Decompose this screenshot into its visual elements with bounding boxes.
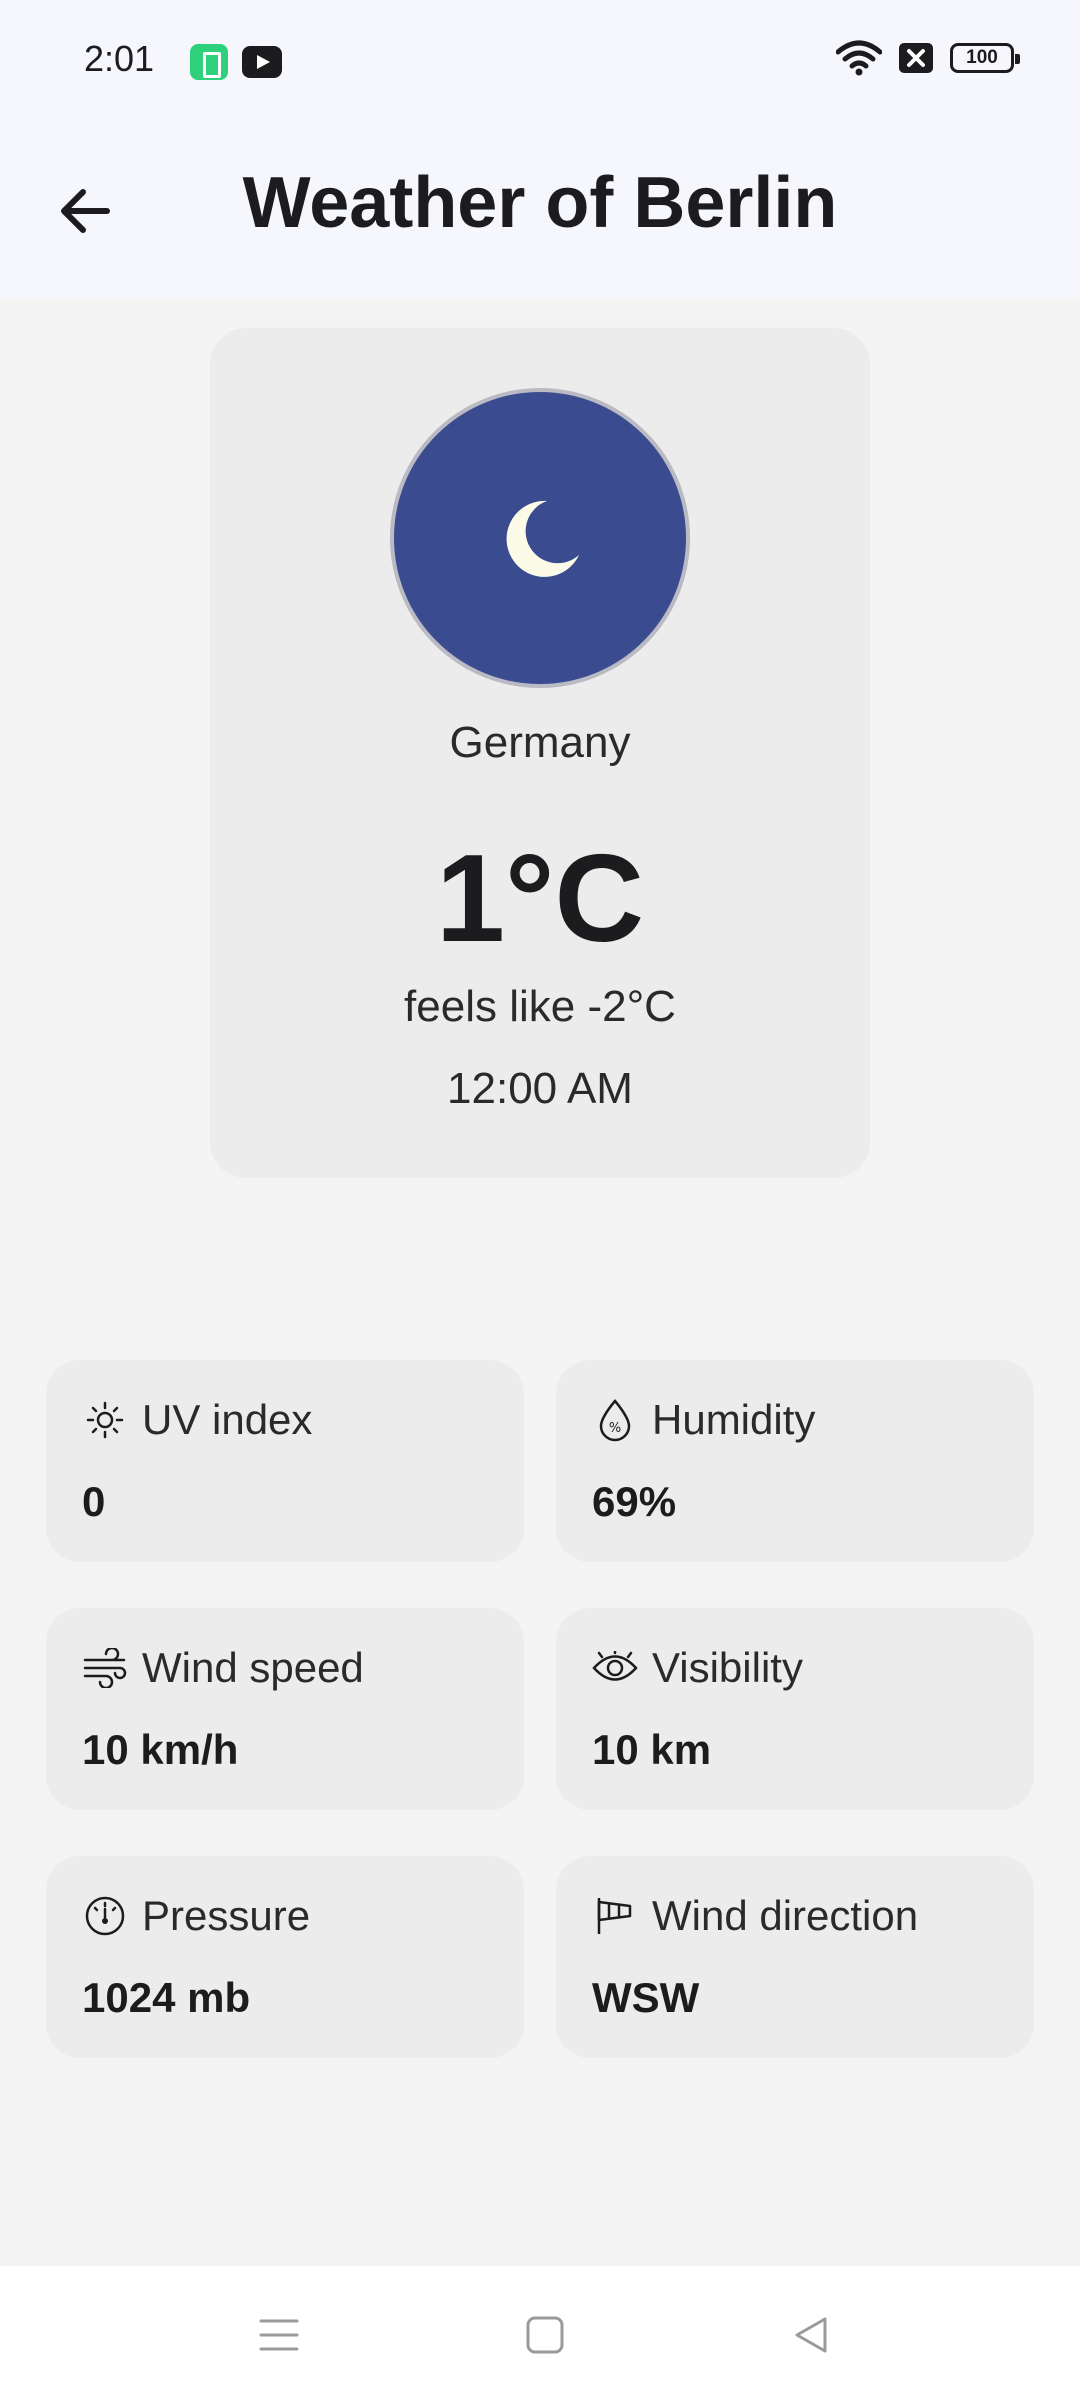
home-button[interactable]: [510, 2300, 580, 2370]
humidity-value: 69%: [592, 1478, 677, 1525]
visibility-tile: Visibility 10 km: [556, 1608, 1034, 1810]
wind-direction-tile: Wind direction WSW: [556, 1856, 1034, 2058]
humidity-label: Humidity: [652, 1396, 816, 1443]
sun-icon: [82, 1397, 128, 1443]
uv-index-tile: UV index 0: [46, 1360, 524, 1562]
recents-button[interactable]: [244, 2300, 314, 2370]
battery-icon: 100: [950, 43, 1020, 73]
back-triangle-icon: [795, 2317, 827, 2353]
status-time: 2:01: [84, 38, 155, 79]
menu-icon: [259, 2319, 299, 2351]
no-sim-icon: [898, 42, 934, 74]
feels-like-label: feels like -2°C: [404, 982, 676, 1031]
pressure-value: 1024 mb: [82, 1974, 251, 2021]
moon-icon: [506, 500, 579, 577]
gauge-icon: [82, 1893, 128, 1939]
uv-index-label: UV index: [142, 1396, 313, 1443]
pressure-tile: Pressure 1024 mb: [46, 1856, 524, 2058]
system-nav-bar: [0, 2266, 1080, 2400]
youtube-icon: [242, 46, 282, 78]
visibility-value: 10 km: [592, 1726, 712, 1773]
back-nav-button[interactable]: [776, 2300, 846, 2370]
current-weather-card: Germany 1°C feels like -2°C 12:00 AM: [210, 328, 870, 1178]
eye-icon: [592, 1645, 638, 1691]
pressure-label: Pressure: [142, 1892, 311, 1939]
wind-direction-value: WSW: [592, 1974, 700, 2021]
battery-saver-icon: [190, 44, 228, 80]
uv-index-value: 0: [82, 1478, 106, 1525]
wind-icon: [82, 1645, 128, 1691]
country-label: Germany: [449, 718, 631, 767]
windsock-icon: [592, 1893, 638, 1939]
visibility-label: Visibility: [652, 1644, 803, 1691]
status-bar: 2:01 100: [0, 0, 1080, 124]
weather-condition-image: [390, 388, 690, 688]
svg-text:%: %: [609, 1421, 621, 1436]
temperature: 1°C: [435, 830, 645, 968]
time-label: 12:00 AM: [447, 1064, 633, 1113]
wind-direction-label: Wind direction: [652, 1892, 919, 1939]
page-title: Weather of Berlin: [242, 163, 838, 243]
home-square-icon: [526, 2316, 564, 2354]
humidity-tile: % Humidity 69%: [556, 1360, 1034, 1562]
wifi-icon: [836, 40, 882, 76]
wind-speed-tile: Wind speed 10 km/h: [46, 1608, 524, 1810]
wind-speed-value: 10 km/h: [82, 1726, 239, 1773]
app-bar: Weather of Berlin: [0, 124, 1080, 298]
humidity-drop-icon: %: [592, 1397, 638, 1443]
wind-speed-label: Wind speed: [142, 1644, 364, 1691]
